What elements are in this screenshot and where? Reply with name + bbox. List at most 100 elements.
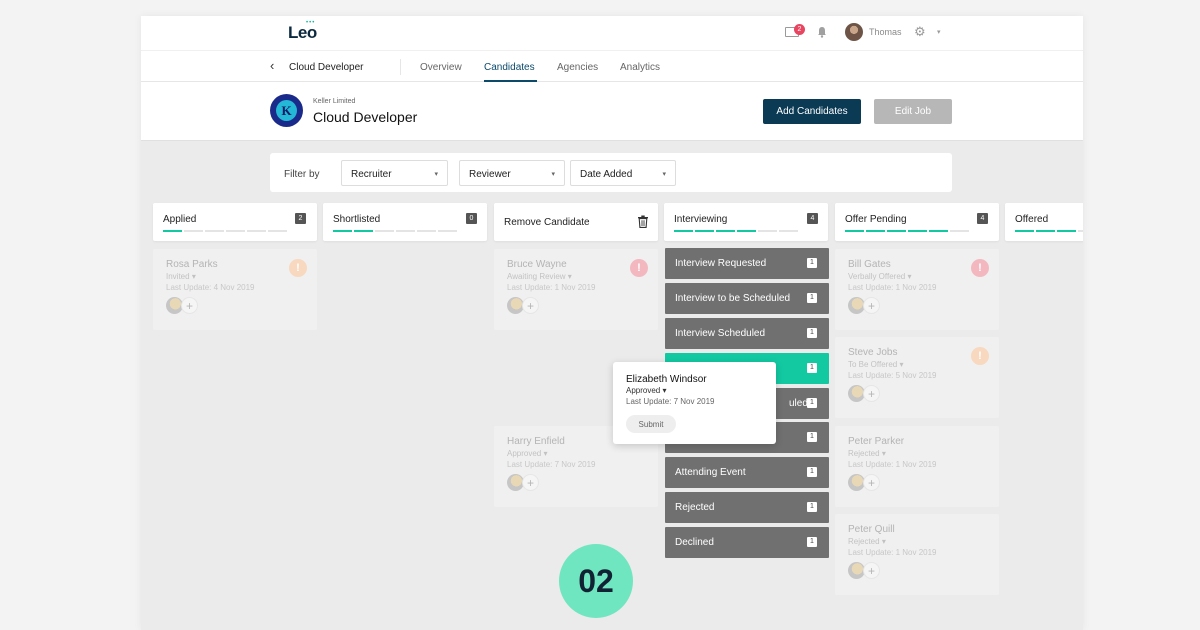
candidate-status[interactable]: Invited ▾ [166,272,196,281]
stage-label: Interview to be Scheduled [675,293,791,304]
candidate-status[interactable]: Approved ▾ [626,386,667,395]
add-reviewer-button[interactable]: + [522,297,539,314]
column-count: 4 [807,213,818,224]
candidate-last-update: Last Update: 5 Nov 2019 [848,371,937,380]
add-reviewer-button[interactable]: + [863,385,880,402]
column-applied[interactable]: Applied 2 [153,203,317,241]
candidate-card-peter-parker[interactable]: Peter Parker Rejected ▾ Last Update: 1 N… [835,426,999,507]
tab-analytics[interactable]: Analytics [620,62,660,73]
stage-count: 1 [807,328,817,338]
add-reviewer-button[interactable]: + [522,474,539,491]
alert-icon: ! [971,259,989,277]
alert-icon: ! [630,259,648,277]
candidate-name: Steve Jobs [848,347,898,358]
app-window: Leo ••• 2 Thomas ⚙ ▾ ‹ Cloud Developer O… [141,16,1083,630]
candidate-status[interactable]: Verbally Offered ▾ [848,272,911,281]
nav-job-title: Cloud Developer [289,62,364,73]
tab-candidates[interactable]: Candidates [484,62,535,73]
stage-attending-event[interactable]: Attending Event 1 [665,457,829,488]
tab-overview[interactable]: Overview [420,62,462,73]
candidate-name: Peter Parker [848,436,905,447]
candidate-status[interactable]: Approved ▾ [507,449,548,458]
candidate-last-update: Last Update: 4 Nov 2019 [166,283,255,292]
candidate-name: Bill Gates [848,259,891,270]
stage-count: 1 [807,398,817,408]
candidate-name: Harry Enfield [507,436,565,447]
gear-icon[interactable]: ⚙ [914,25,926,39]
candidate-status[interactable]: Rejected ▾ [848,449,886,458]
company-logo: K [270,94,303,127]
stage-label: Attending Event [675,467,746,478]
column-title: Offer Pending [845,214,907,225]
dragged-candidate-card[interactable]: Elizabeth Windsor Approved ▾ Last Update… [613,362,776,444]
column-offer-pending[interactable]: Offer Pending 4 [835,203,999,241]
add-reviewer-button[interactable]: + [863,474,880,491]
column-count: 4 [977,213,988,224]
chevron-down-icon[interactable]: ▾ [937,28,941,36]
chevron-down-icon: ▾ [551,171,555,178]
bell-icon[interactable] [816,26,828,38]
filter-bar: Filter by Recruiter ▾ Reviewer ▾ Date Ad… [270,153,952,192]
stage-rejected[interactable]: Rejected 1 [665,492,829,523]
candidate-status[interactable]: To Be Offered ▾ [848,360,903,369]
add-reviewer-button[interactable]: + [181,297,198,314]
add-reviewer-button[interactable]: + [863,562,880,579]
submit-button[interactable]: Submit [626,415,676,433]
candidate-status[interactable]: Rejected ▾ [848,537,886,546]
select-value: Date Added [580,169,633,180]
trash-icon[interactable] [637,215,649,228]
date-added-select[interactable]: Date Added ▾ [570,160,676,186]
candidate-last-update: Last Update: 1 Nov 2019 [848,548,937,557]
column-count: 0 [466,213,477,224]
column-title: Remove Candidate [504,217,590,228]
candidate-card-steve-jobs[interactable]: Steve Jobs To Be Offered ▾ Last Update: … [835,337,999,418]
stage-declined[interactable]: Declined 1 [665,527,829,558]
stage-label: Declined [675,537,714,548]
mail-count-badge: 2 [794,24,805,35]
column-title: Shortlisted [333,214,381,225]
stage-count: 1 [807,258,817,268]
column-count: 2 [295,213,306,224]
column-interviewing[interactable]: Interviewing 4 [664,203,828,241]
stage-label: Interview Requested [675,258,767,269]
column-remove-candidate[interactable]: Remove Candidate [494,203,658,241]
page-title: Cloud Developer [313,109,418,125]
nav-divider [400,59,401,75]
stage-interview-to-be-scheduled[interactable]: Interview to be Scheduled 1 [665,283,829,314]
stage-count: 1 [807,432,817,442]
filter-label: Filter by [284,169,320,180]
chevron-down-icon: ▾ [662,171,666,178]
reviewer-select[interactable]: Reviewer ▾ [459,160,565,186]
candidate-name: Bruce Wayne [507,259,567,270]
user-avatar[interactable] [845,23,863,41]
stage-count: 1 [807,293,817,303]
username[interactable]: Thomas [869,27,902,37]
stage-count: 1 [807,363,817,373]
select-value: Recruiter [351,169,392,180]
add-reviewer-button[interactable]: + [863,297,880,314]
tab-agencies[interactable]: Agencies [557,62,598,73]
add-candidates-button[interactable]: Add Candidates [763,99,861,124]
recruiter-select[interactable]: Recruiter ▾ [341,160,448,186]
leo-logo[interactable]: Leo [288,23,317,43]
stage-interview-scheduled[interactable]: Interview Scheduled 1 [665,318,829,349]
candidate-status[interactable]: Awaiting Review ▾ [507,272,572,281]
candidate-last-update: Last Update: 1 Nov 2019 [848,283,937,292]
edit-job-button[interactable]: Edit Job [874,99,952,124]
candidate-card-rosa-parks[interactable]: Rosa Parks Invited ▾ Last Update: 4 Nov … [153,249,317,330]
candidate-card-bruce-wayne[interactable]: Bruce Wayne Awaiting Review ▾ Last Updat… [494,249,658,330]
candidate-name: Elizabeth Windsor [626,374,707,385]
column-offered[interactable]: Offered [1005,203,1083,241]
top-bar: Leo ••• 2 Thomas ⚙ ▾ [141,16,1083,50]
alert-icon: ! [971,347,989,365]
back-button[interactable]: ‹ [270,58,274,73]
stage-count: 1 [807,502,817,512]
candidate-last-update: Last Update: 1 Nov 2019 [507,283,596,292]
chevron-down-icon: ▾ [434,171,438,178]
stage-interview-requested[interactable]: Interview Requested 1 [665,248,829,279]
column-title: Applied [163,214,197,225]
column-shortlisted[interactable]: Shortlisted 0 [323,203,487,241]
candidate-card-peter-quill[interactable]: Peter Quill Rejected ▾ Last Update: 1 No… [835,514,999,595]
candidate-card-bill-gates[interactable]: Bill Gates Verbally Offered ▾ Last Updat… [835,249,999,330]
logo-dots: ••• [306,20,316,26]
